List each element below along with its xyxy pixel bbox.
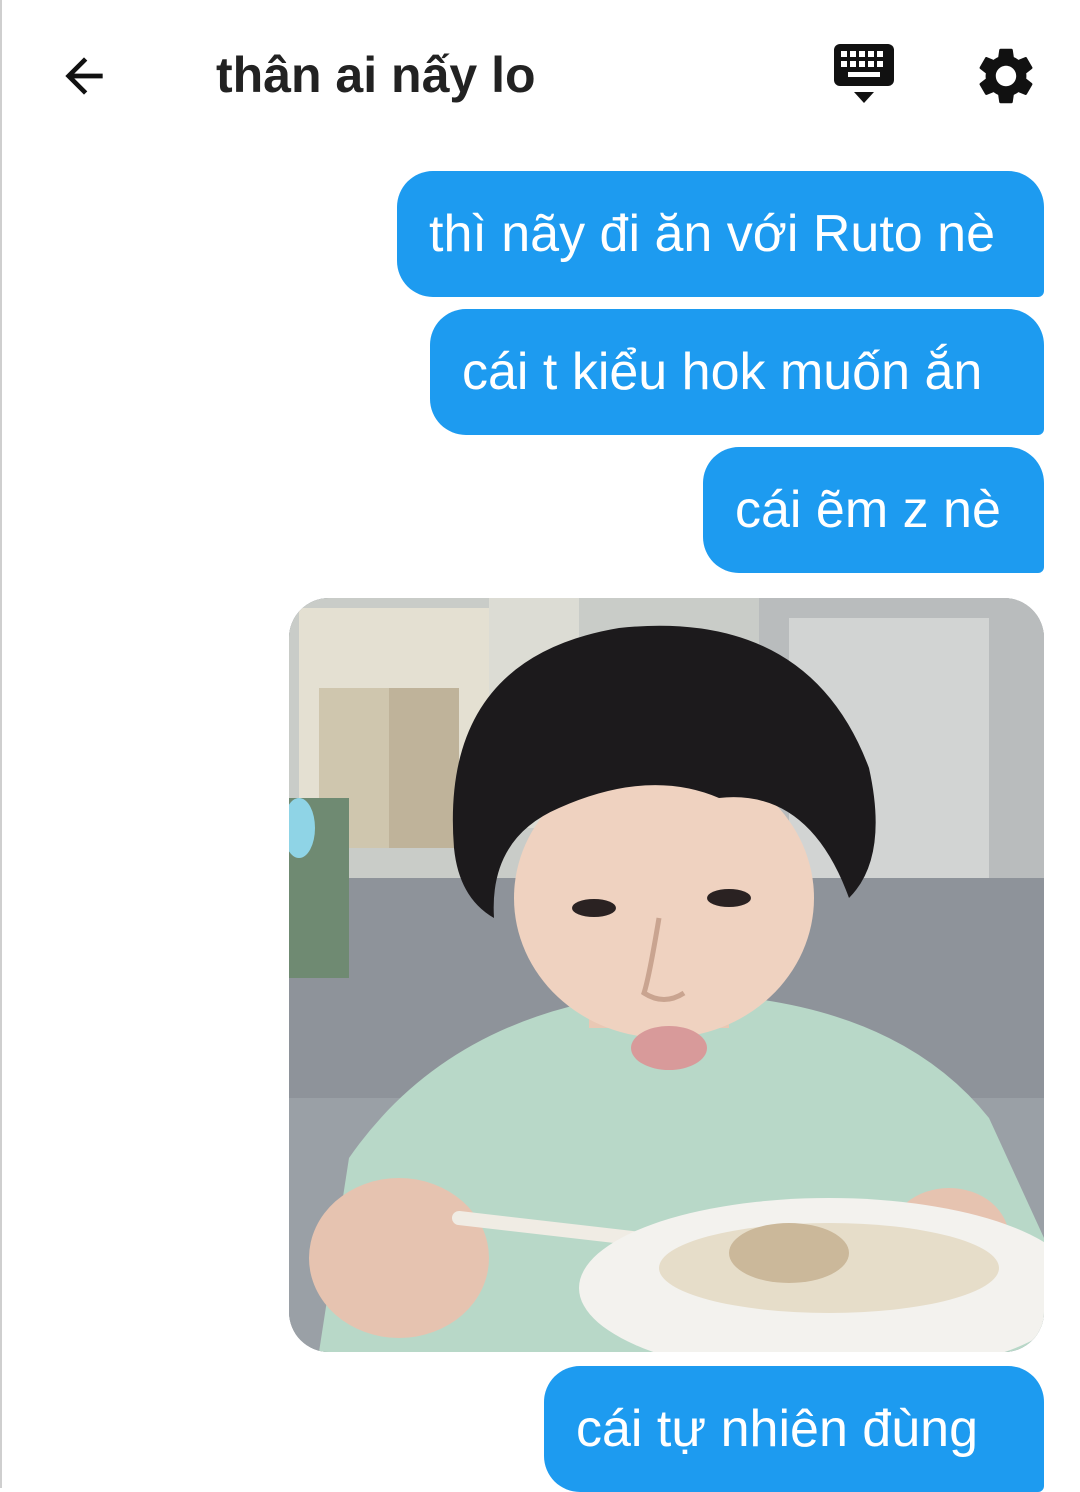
- keyboard-toggle-button[interactable]: [830, 40, 900, 110]
- keyboard-hide-icon: [834, 44, 894, 103]
- outgoing-message-bubble[interactable]: cái t kiểu hok muốn ắn: [430, 309, 1044, 435]
- settings-button[interactable]: [972, 42, 1042, 112]
- chat-header: thân ai nấy lo: [0, 0, 1080, 150]
- outgoing-photo-message[interactable]: [289, 598, 1044, 1352]
- arrow-left-icon: [65, 57, 103, 95]
- outgoing-message-bubble[interactable]: cái ẽm z nè: [703, 447, 1044, 573]
- outgoing-message-bubble[interactable]: cái tự nhiên đùng: [544, 1366, 1044, 1492]
- outgoing-message-bubble[interactable]: thì nãy đi ăn với Ruto nè: [397, 171, 1044, 297]
- chat-title: thân ai nấy lo: [216, 47, 536, 103]
- left-border: [0, 0, 2, 1488]
- photo-person-eating: [289, 598, 1044, 1352]
- gear-icon: [979, 48, 1033, 104]
- back-button[interactable]: [52, 44, 116, 108]
